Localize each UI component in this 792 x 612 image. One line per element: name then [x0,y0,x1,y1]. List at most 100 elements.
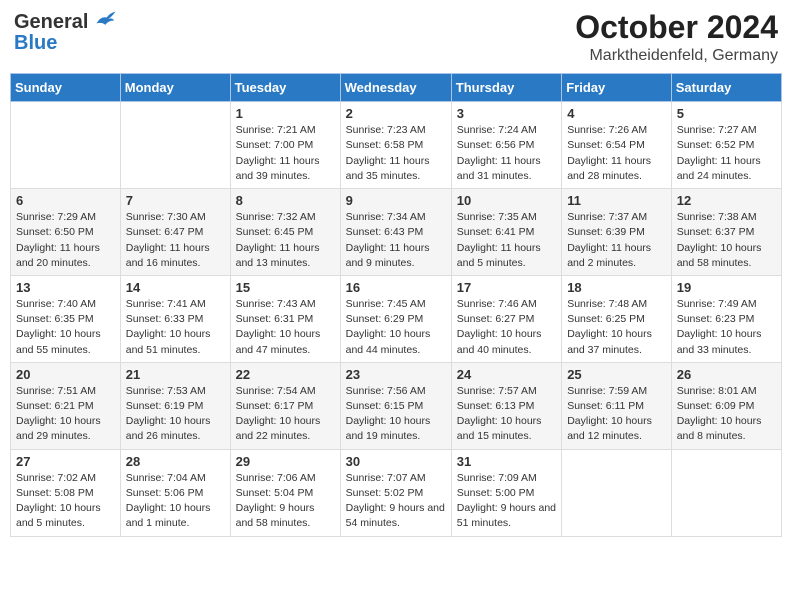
calendar-cell: 27Sunrise: 7:02 AM Sunset: 5:08 PM Dayli… [11,449,121,536]
calendar-cell: 5 Sunrise: 7:27 AM Sunset: 6:52 PM Daylig… [671,102,781,189]
page-header: General Blue October 2024 Marktheidenfel… [10,10,782,65]
location-subtitle: Marktheidenfeld, Germany [575,47,778,65]
day-number: 28 [126,454,225,469]
weekday-header-tuesday: Tuesday [230,74,340,102]
day-number: 4 [567,106,666,121]
calendar-cell: 10Sunrise: 7:35 AM Sunset: 6:41 PM Dayli… [451,189,561,276]
calendar-cell: 7 Sunrise: 7:30 AM Sunset: 6:47 PM Daylig… [120,189,230,276]
calendar-cell: 23Sunrise: 7:56 AM Sunset: 6:15 PM Dayli… [340,362,451,449]
day-number: 18 [567,280,666,295]
logo-blue-text: Blue [14,33,57,53]
month-title: October 2024 [575,10,778,45]
calendar-cell: 4 Sunrise: 7:26 AM Sunset: 6:54 PM Daylig… [562,102,672,189]
day-info: Sunrise: 7:07 AM Sunset: 5:02 PM Dayligh… [346,471,446,532]
day-info: Sunrise: 7:34 AM Sunset: 6:43 PM Dayligh… [346,210,446,271]
day-info: Sunrise: 8:01 AM Sunset: 6:09 PM Dayligh… [677,384,776,445]
day-info: Sunrise: 7:49 AM Sunset: 6:23 PM Dayligh… [677,297,776,358]
logo-bird-icon [95,10,117,28]
weekday-header-thursday: Thursday [451,74,561,102]
day-number: 16 [346,280,446,295]
day-info: Sunrise: 7:38 AM Sunset: 6:37 PM Dayligh… [677,210,776,271]
day-number: 14 [126,280,225,295]
weekday-header-row: SundayMondayTuesdayWednesdayThursdayFrid… [11,74,782,102]
day-info: Sunrise: 7:04 AM Sunset: 5:06 PM Dayligh… [126,471,225,532]
calendar-cell: 22Sunrise: 7:54 AM Sunset: 6:17 PM Dayli… [230,362,340,449]
day-info: Sunrise: 7:57 AM Sunset: 6:13 PM Dayligh… [457,384,556,445]
calendar-cell: 15 Sunrise: 7:43 AM Sunset: 6:31 PM Dayli… [230,275,340,362]
day-info: Sunrise: 7:35 AM Sunset: 6:41 PM Dayligh… [457,210,556,271]
calendar-week-5: 27Sunrise: 7:02 AM Sunset: 5:08 PM Dayli… [11,449,782,536]
day-number: 11 [567,193,666,208]
day-info: Sunrise: 7:09 AM Sunset: 5:00 PM Dayligh… [457,471,556,532]
calendar-cell: 1Sunrise: 7:21 AM Sunset: 7:00 PM Daylig… [230,102,340,189]
day-info: Sunrise: 7:24 AM Sunset: 6:56 PM Dayligh… [457,123,556,184]
day-number: 22 [236,367,335,382]
calendar-cell: 21 Sunrise: 7:53 AM Sunset: 6:19 PM Dayli… [120,362,230,449]
day-number: 5 [677,106,776,121]
calendar-cell: 26 Sunrise: 8:01 AM Sunset: 6:09 PM Dayli… [671,362,781,449]
calendar-cell: 29 Sunrise: 7:06 AM Sunset: 5:04 PM Dayli… [230,449,340,536]
day-number: 3 [457,106,556,121]
day-number: 12 [677,193,776,208]
calendar-week-4: 20Sunrise: 7:51 AM Sunset: 6:21 PM Dayli… [11,362,782,449]
calendar-cell: 20Sunrise: 7:51 AM Sunset: 6:21 PM Dayli… [11,362,121,449]
day-info: Sunrise: 7:32 AM Sunset: 6:45 PM Dayligh… [236,210,335,271]
calendar-cell: 19 Sunrise: 7:49 AM Sunset: 6:23 PM Dayli… [671,275,781,362]
calendar-cell: 18 Sunrise: 7:48 AM Sunset: 6:25 PM Dayli… [562,275,672,362]
day-number: 7 [126,193,225,208]
calendar-cell: 16 Sunrise: 7:45 AM Sunset: 6:29 PM Dayli… [340,275,451,362]
day-number: 30 [346,454,446,469]
day-number: 24 [457,367,556,382]
day-number: 2 [346,106,446,121]
calendar-week-1: 1Sunrise: 7:21 AM Sunset: 7:00 PM Daylig… [11,102,782,189]
logo: General Blue [14,10,117,53]
day-number: 15 [236,280,335,295]
day-info: Sunrise: 7:23 AM Sunset: 6:58 PM Dayligh… [346,123,446,184]
weekday-header-sunday: Sunday [11,74,121,102]
calendar-cell: 3 Sunrise: 7:24 AM Sunset: 6:56 PM Daylig… [451,102,561,189]
calendar-cell: 28 Sunrise: 7:04 AM Sunset: 5:06 PM Dayli… [120,449,230,536]
day-number: 26 [677,367,776,382]
day-info: Sunrise: 7:29 AM Sunset: 6:50 PM Dayligh… [16,210,115,271]
day-number: 13 [16,280,115,295]
day-info: Sunrise: 7:30 AM Sunset: 6:47 PM Dayligh… [126,210,225,271]
calendar-table: SundayMondayTuesdayWednesdayThursdayFrid… [10,73,782,536]
day-number: 9 [346,193,446,208]
logo-general-text: General [14,11,88,33]
calendar-cell: 24 Sunrise: 7:57 AM Sunset: 6:13 PM Dayli… [451,362,561,449]
day-info: Sunrise: 7:27 AM Sunset: 6:52 PM Dayligh… [677,123,776,184]
day-info: Sunrise: 7:53 AM Sunset: 6:19 PM Dayligh… [126,384,225,445]
day-info: Sunrise: 7:41 AM Sunset: 6:33 PM Dayligh… [126,297,225,358]
calendar-cell: 11 Sunrise: 7:37 AM Sunset: 6:39 PM Dayli… [562,189,672,276]
day-info: Sunrise: 7:45 AM Sunset: 6:29 PM Dayligh… [346,297,446,358]
weekday-header-friday: Friday [562,74,672,102]
day-info: Sunrise: 7:51 AM Sunset: 6:21 PM Dayligh… [16,384,115,445]
day-number: 27 [16,454,115,469]
day-info: Sunrise: 7:37 AM Sunset: 6:39 PM Dayligh… [567,210,666,271]
day-number: 19 [677,280,776,295]
day-info: Sunrise: 7:26 AM Sunset: 6:54 PM Dayligh… [567,123,666,184]
weekday-header-wednesday: Wednesday [340,74,451,102]
day-number: 31 [457,454,556,469]
calendar-cell: 8 Sunrise: 7:32 AM Sunset: 6:45 PM Daylig… [230,189,340,276]
day-number: 29 [236,454,335,469]
calendar-cell: 31 Sunrise: 7:09 AM Sunset: 5:00 PM Dayli… [451,449,561,536]
calendar-cell [11,102,121,189]
day-info: Sunrise: 7:59 AM Sunset: 6:11 PM Dayligh… [567,384,666,445]
calendar-cell [120,102,230,189]
day-number: 23 [346,367,446,382]
calendar-cell: 6Sunrise: 7:29 AM Sunset: 6:50 PM Daylig… [11,189,121,276]
weekday-header-monday: Monday [120,74,230,102]
day-info: Sunrise: 7:46 AM Sunset: 6:27 PM Dayligh… [457,297,556,358]
calendar-cell: 12 Sunrise: 7:38 AM Sunset: 6:37 PM Dayli… [671,189,781,276]
day-info: Sunrise: 7:06 AM Sunset: 5:04 PM Dayligh… [236,471,335,532]
day-number: 8 [236,193,335,208]
day-number: 17 [457,280,556,295]
calendar-cell [562,449,672,536]
day-number: 25 [567,367,666,382]
day-number: 21 [126,367,225,382]
day-info: Sunrise: 7:48 AM Sunset: 6:25 PM Dayligh… [567,297,666,358]
day-info: Sunrise: 7:43 AM Sunset: 6:31 PM Dayligh… [236,297,335,358]
calendar-cell: 9 Sunrise: 7:34 AM Sunset: 6:43 PM Daylig… [340,189,451,276]
calendar-cell: 14 Sunrise: 7:41 AM Sunset: 6:33 PM Dayli… [120,275,230,362]
